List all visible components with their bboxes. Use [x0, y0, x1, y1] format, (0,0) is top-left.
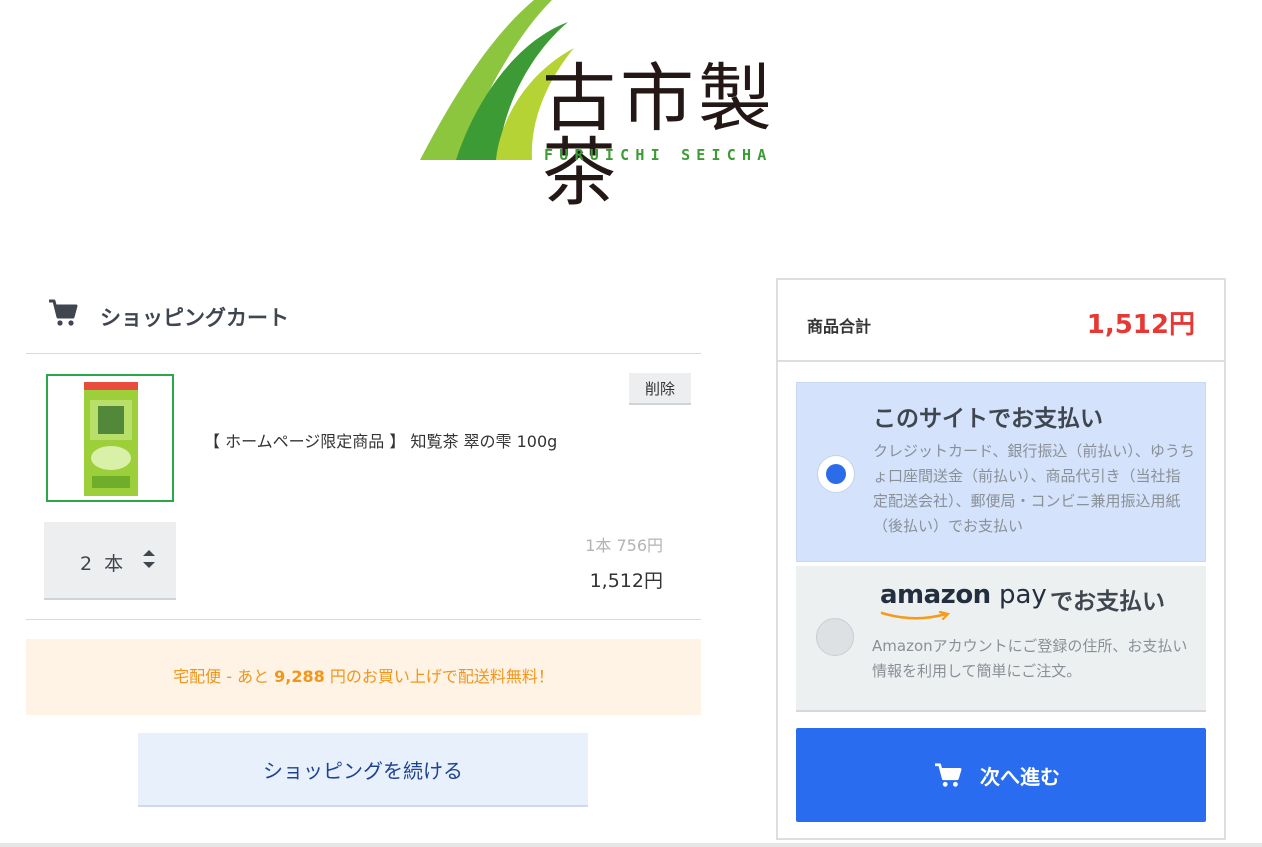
payment-radio-unselected[interactable] [816, 618, 854, 656]
amazon-smile-icon [880, 611, 951, 621]
delete-item-button[interactable]: 削除 [629, 373, 691, 405]
product-thumbnail[interactable] [46, 374, 174, 502]
payment-option-description: Amazonアカウントにご登録の住所、お支払い情報を利用して簡単にご注文。 [872, 637, 1188, 680]
amazon-pay-logo: amazon pay [880, 580, 1047, 610]
pay-logo-text: pay [998, 580, 1047, 610]
quantity-value: 2 本 [80, 553, 127, 575]
order-summary-panel: 商品合計 1,512円 このサイトでお支払い クレジットカード、銀行振込（前払い… [776, 278, 1226, 840]
brand-name-jp: 古市製茶 [542, 56, 776, 216]
continue-shopping-button[interactable]: ショッピングを続ける [138, 733, 588, 807]
brand-name-en: FURUICHI SEICHA [544, 146, 773, 164]
subtotal-label: 商品合計 [807, 317, 872, 336]
product-name[interactable]: 【 ホームページ限定商品 】 知覧茶 翠の雫 100g [204, 428, 557, 452]
payment-option-amazon-pay[interactable]: amazon pay でお支払い Amazonアカウントにご登録の住所、お支払い… [796, 566, 1206, 712]
cart-title: ショッピングカート [100, 306, 289, 330]
next-button-label: 次へ進む [980, 765, 1060, 789]
proceed-next-button[interactable]: 次へ進む [796, 728, 1206, 822]
payment-option-description: クレジットカード、銀行振込（前払い）、ゆうちょ口座間送金（前払い）、商品代引き（… [873, 442, 1195, 535]
tea-package-image [84, 382, 138, 496]
shipping-notice-prefix: 宅配便 - あと [173, 667, 275, 686]
free-shipping-notice: 宅配便 - あと 9,288 円のお買い上げで配送料無料！ [26, 639, 701, 715]
shipping-notice-suffix: 円のお買い上げで配送料無料！ [324, 667, 554, 686]
payment-option-title: このサイトでお支払い [873, 406, 1103, 432]
payment-option-site[interactable]: このサイトでお支払い クレジットカード、銀行振込（前払い）、ゆうちょ口座間送金（… [796, 382, 1206, 562]
up-down-arrows-icon [143, 550, 155, 568]
line-total: 1,512円 [589, 570, 663, 592]
subtotal-row: 商品合計 1,512円 [778, 280, 1224, 362]
shopping-cart-icon [49, 299, 78, 326]
unit-price: 1本 756円 [585, 536, 663, 555]
shipping-remaining-amount: 9,288 [274, 667, 325, 686]
page-bottom-divider [0, 843, 1262, 847]
quantity-selector[interactable]: 2 本 [44, 522, 176, 600]
amazon-logo-text: amazon [880, 580, 991, 610]
payment-radio-selected[interactable] [817, 455, 855, 493]
site-logo[interactable]: 古市製茶 FURUICHI SEICHA [416, 0, 836, 210]
shopping-cart-icon [935, 763, 962, 787]
cart-item: 削除 【 ホームページ限定商品 】 知覧茶 翠の雫 100g 2 本 1本 75… [26, 354, 701, 620]
cart-header: ショッピングカート [26, 288, 701, 354]
amazon-pay-title-suffix: でお支払い [1050, 589, 1165, 615]
subtotal-value: 1,512円 [1086, 310, 1195, 340]
